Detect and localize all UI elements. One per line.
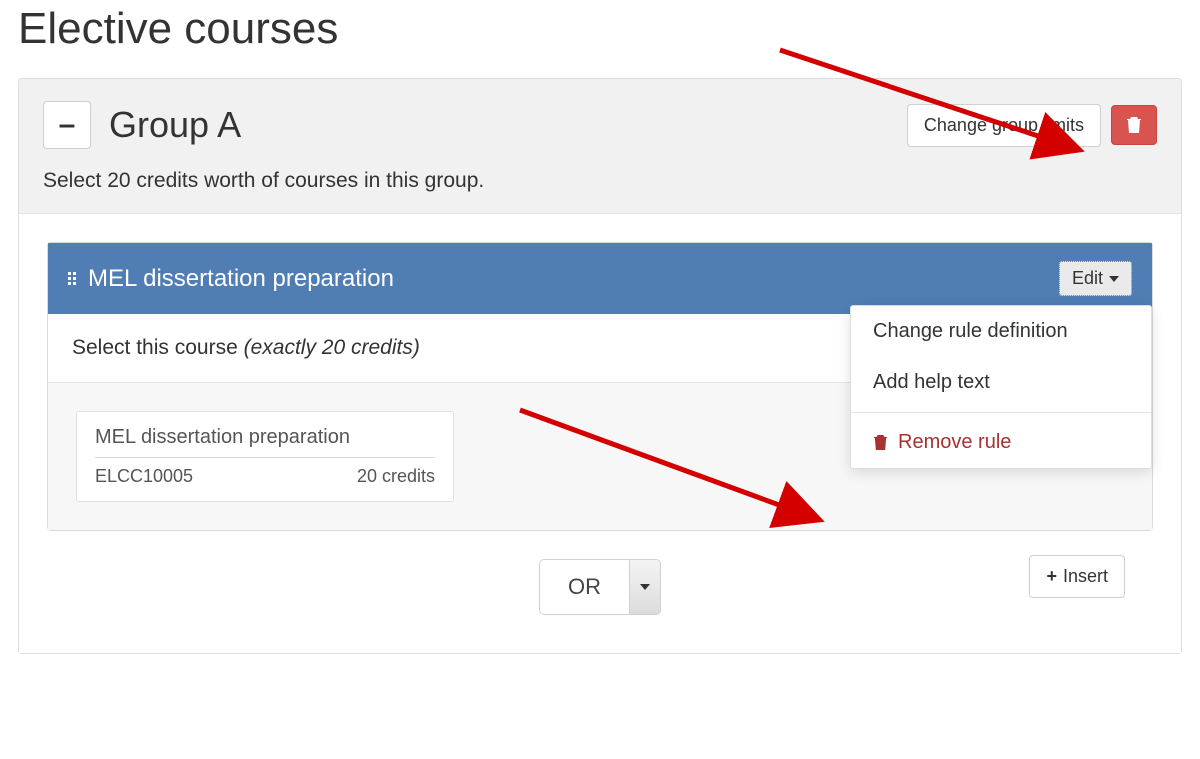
group-header: – Group A Change group limits Select 20 … xyxy=(19,79,1181,214)
rule-desc-prefix: Select this course xyxy=(72,336,244,359)
drag-handle-icon[interactable] xyxy=(68,272,76,285)
remove-rule-label: Remove rule xyxy=(898,431,1011,454)
course-card[interactable]: MEL dissertation preparation ELCC10005 2… xyxy=(76,411,454,502)
trash-icon xyxy=(873,434,888,451)
connector-select[interactable]: OR xyxy=(539,559,661,615)
group-title: Group A xyxy=(109,104,241,146)
menu-add-help-text[interactable]: Add help text xyxy=(851,357,1151,408)
change-group-limits-button[interactable]: Change group limits xyxy=(907,104,1101,147)
group-body: MEL dissertation preparation Edit Change… xyxy=(19,214,1181,653)
delete-group-button[interactable] xyxy=(1111,105,1157,145)
course-name: MEL dissertation preparation xyxy=(95,426,435,458)
connector-dropdown-arrow[interactable] xyxy=(629,560,660,614)
trash-icon xyxy=(1126,116,1142,134)
collapse-button[interactable]: – xyxy=(43,101,91,149)
rule-desc-credits: (exactly 20 credits) xyxy=(244,336,420,359)
plus-icon: + xyxy=(1046,566,1057,587)
edit-dropdown: Change rule definition Add help text Rem… xyxy=(850,305,1152,469)
course-code: ELCC10005 xyxy=(95,466,193,487)
connector-selected: OR xyxy=(540,560,629,614)
connector-row: OR + Insert xyxy=(47,531,1153,625)
menu-divider xyxy=(851,412,1151,413)
menu-change-rule-definition[interactable]: Change rule definition xyxy=(851,306,1151,357)
page-title: Elective courses xyxy=(18,0,1182,54)
rule-header: MEL dissertation preparation Edit xyxy=(48,243,1152,314)
course-credits: 20 credits xyxy=(357,466,435,487)
edit-label: Edit xyxy=(1072,268,1103,289)
insert-label: Insert xyxy=(1063,566,1108,587)
group-subtitle: Select 20 credits worth of courses in th… xyxy=(43,169,1157,193)
group-panel: – Group A Change group limits Select 20 … xyxy=(18,78,1182,654)
caret-down-icon xyxy=(1109,276,1119,282)
insert-button[interactable]: + Insert xyxy=(1029,555,1125,598)
rule-title: MEL dissertation preparation xyxy=(88,265,394,293)
menu-remove-rule[interactable]: Remove rule xyxy=(851,417,1151,468)
rule-card: MEL dissertation preparation Edit Change… xyxy=(47,242,1153,531)
edit-rule-button[interactable]: Edit xyxy=(1059,261,1132,296)
caret-down-icon xyxy=(640,584,650,590)
